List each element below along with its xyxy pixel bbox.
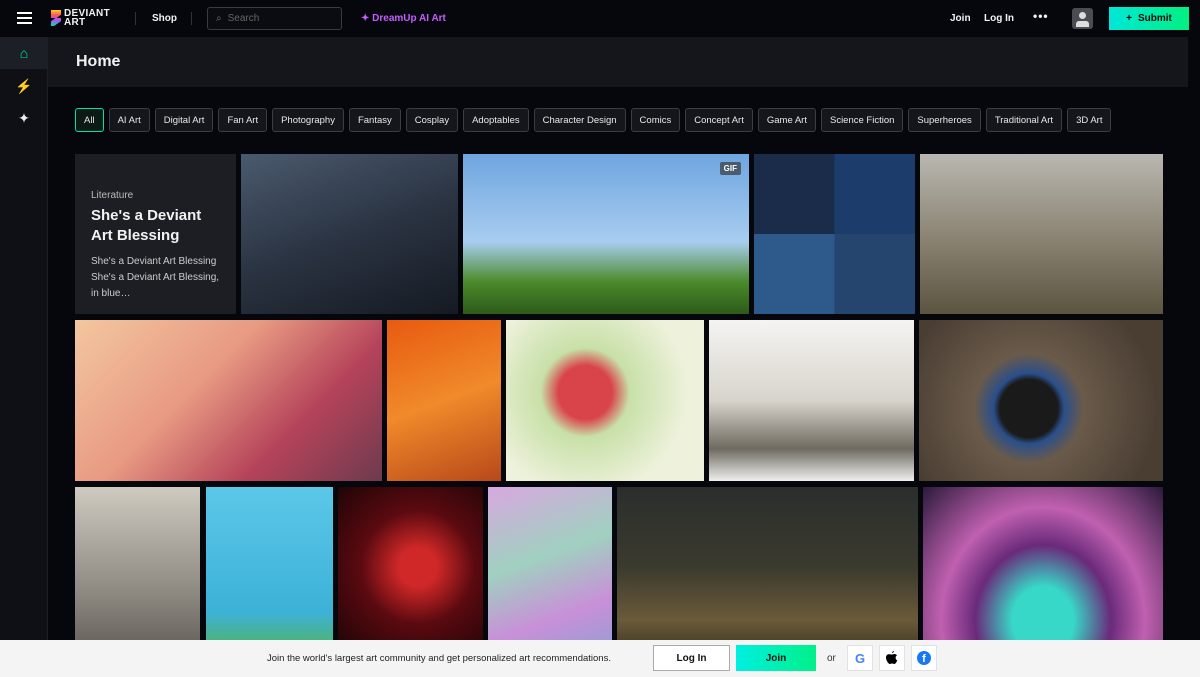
google-login-icon[interactable]: G [847,645,873,671]
menu-icon[interactable] [17,12,32,24]
top-bar: DEVIANT ART Shop ⌕ ✦ DreamUp AI Art Join… [0,0,1200,37]
artwork-thumbnail[interactable] [75,320,382,481]
artwork-thumbnail[interactable] [75,487,200,665]
sidebar-item-home[interactable]: ⌂ [0,37,48,69]
artwork-thumbnail[interactable] [387,320,501,481]
artwork-thumbnail[interactable] [919,320,1163,481]
search-icon: ⌕ [216,13,222,24]
dreamup-link[interactable]: ✦ DreamUp AI Art [361,13,446,24]
chip-photography[interactable]: Photography [272,108,344,132]
chip-cosplay[interactable]: Cosplay [405,108,459,132]
artwork-thumbnail[interactable] [923,487,1163,665]
artwork-thumbnail[interactable] [920,154,1163,314]
chip-science-fiction[interactable]: Science Fiction [820,108,904,132]
divider [135,12,136,25]
chip-adoptables[interactable]: Adoptables [463,108,529,132]
submit-button[interactable]: + Submit [1109,7,1189,30]
home-icon: ⌂ [19,45,29,61]
artwork-thumbnail[interactable] [206,487,333,665]
chip-digital-art[interactable]: Digital Art [154,108,214,132]
artwork-thumbnail[interactable] [617,487,918,665]
divider [191,12,192,25]
literature-excerpt: She's a Deviant Art Blessing She's a Dev… [91,256,220,299]
chip-concept-art[interactable]: Concept Art [685,108,753,132]
gif-badge: GIF [719,162,741,175]
category-chips: All AI Art Digital Art Fan Art Photograp… [75,108,1112,132]
artwork-thumbnail[interactable] [506,320,704,481]
chip-ai-art[interactable]: AI Art [108,108,150,132]
search-input[interactable] [227,13,328,24]
artwork-thumbnail[interactable] [709,320,914,481]
chip-character-design[interactable]: Character Design [533,108,626,132]
facebook-login-icon[interactable]: f [911,645,937,671]
chip-game-art[interactable]: Game Art [757,108,816,132]
join-link[interactable]: Join [950,13,971,24]
page-title: Home [76,53,121,70]
banner-message: Join the world's largest art community a… [267,653,611,664]
plus-icon: + [1126,13,1132,24]
or-label: or [827,653,836,664]
login-link[interactable]: Log In [984,13,1014,24]
banner-login-button[interactable]: Log In [653,645,730,671]
avatar-icon[interactable] [1072,8,1093,29]
chip-fan-art[interactable]: Fan Art [218,108,268,132]
logo-mark-icon [51,10,61,26]
artwork-thumbnail[interactable]: GIF [463,154,749,314]
artwork-thumbnail[interactable] [488,487,612,665]
literature-category: Literature [91,190,134,201]
chip-comics[interactable]: Comics [630,108,681,132]
literature-card[interactable]: Literature She's a Deviant Art Blessing … [75,154,236,314]
page-header: Home [48,37,1188,87]
more-icon[interactable]: ••• [1033,9,1049,23]
signup-banner: Join the world's largest art community a… [0,640,1200,677]
sidebar-item-dreamup[interactable]: ✦ [0,102,48,134]
chip-superheroes[interactable]: Superheroes [908,108,981,132]
chip-fantasy[interactable]: Fantasy [348,108,401,132]
sparkle-icon: ✦ [361,13,373,24]
banner-join-button[interactable]: Join [736,645,816,671]
lightning-icon: ⚡ [15,77,33,94]
sparkle-icon: ✦ [18,109,30,126]
artwork-thumbnail[interactable] [241,154,458,314]
chip-traditional-art[interactable]: Traditional Art [985,108,1063,132]
deviantart-logo[interactable]: DEVIANT ART [51,9,134,28]
chip-3d-art[interactable]: 3D Art [1067,108,1112,132]
apple-login-icon[interactable] [879,645,905,671]
shop-link[interactable]: Shop [152,13,177,24]
chip-all[interactable]: All [75,108,104,132]
artwork-thumbnail[interactable] [338,487,483,665]
sidebar: ⌂ ⚡ ✦ [0,37,48,677]
search-box[interactable]: ⌕ [207,7,342,30]
artwork-thumbnail[interactable] [754,154,915,314]
literature-title: She's a Deviant Art Blessing [91,207,202,244]
sidebar-item-watch[interactable]: ⚡ [0,70,48,102]
